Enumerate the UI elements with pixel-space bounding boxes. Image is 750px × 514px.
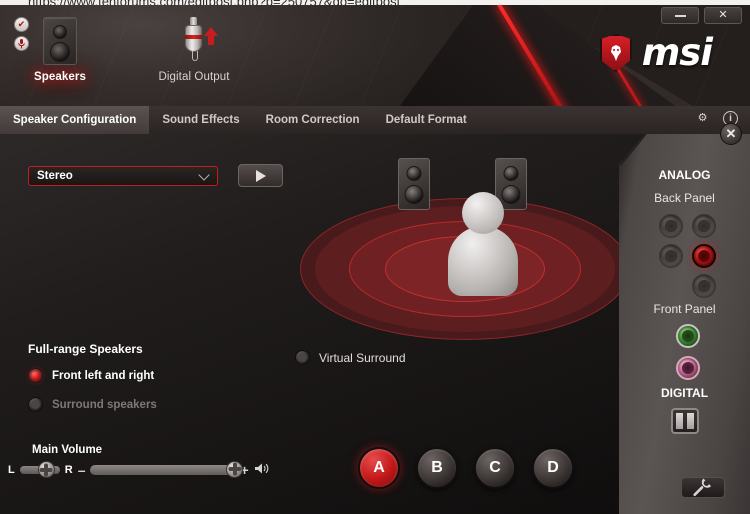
- tab-default-format[interactable]: Default Format: [373, 106, 480, 134]
- microphone-badge: [14, 36, 29, 51]
- device-speakers-label: Speakers: [34, 71, 86, 83]
- full-range-title: Full-range Speakers: [28, 342, 143, 356]
- tab-speaker-configuration[interactable]: Speaker Configuration: [0, 106, 150, 134]
- listener-head: [462, 192, 504, 234]
- device-digital-output[interactable]: Digital Output: [146, 17, 242, 83]
- volume-speaker-glyph: [254, 463, 268, 474]
- msi-dragon-glyph: [610, 45, 621, 61]
- window-controls: ✕: [661, 7, 742, 24]
- speaker-icon-tweeter: [53, 25, 67, 39]
- preset-button-d[interactable]: D: [532, 447, 574, 489]
- play-icon: [255, 169, 266, 182]
- speaker-configuration-value: Stereo: [37, 170, 73, 182]
- digital-plug-icon: [174, 17, 218, 65]
- speaker-configuration-dropdown[interactable]: Stereo: [28, 166, 218, 186]
- device-digital-output-label: Digital Output: [158, 71, 230, 83]
- front-right-tweeter: [503, 166, 519, 181]
- tab-list: Speaker Configuration Sound Effects Room…: [0, 106, 480, 134]
- device-advanced-settings-button[interactable]: [681, 477, 725, 498]
- plug-red-band: [185, 35, 202, 39]
- main-volume-title: Main Volume: [32, 444, 103, 456]
- speaker-icon: [43, 17, 77, 65]
- back-jack-1[interactable]: [659, 214, 683, 238]
- tab-bar: Speaker Configuration Sound Effects Room…: [0, 106, 750, 134]
- preset-button-c[interactable]: C: [474, 447, 516, 489]
- preset-button-a[interactable]: A: [358, 447, 400, 489]
- play-test-button[interactable]: [238, 164, 283, 187]
- gear-icon[interactable]: ⚙: [695, 111, 710, 126]
- back-jack-2[interactable]: [692, 214, 716, 238]
- device-speakers[interactable]: ✔ Speakers: [12, 17, 108, 83]
- wrench-icon: [690, 474, 717, 501]
- device-selector: ✔ Speakers Digital Output: [12, 17, 242, 83]
- volume-slider[interactable]: [90, 460, 244, 478]
- panel-close-icon[interactable]: ✕: [720, 123, 742, 145]
- check-badge: ✔: [14, 17, 29, 32]
- full-range-speakers-group: Full-range Speakers Front left and right…: [28, 342, 157, 426]
- front-left-woofer: [404, 185, 424, 204]
- back-jack-3[interactable]: [659, 244, 683, 268]
- msi-dragon-shield-icon: [599, 34, 632, 72]
- back-panel-title: Back Panel: [654, 191, 715, 205]
- balance-slider-knob[interactable]: [37, 461, 55, 478]
- digital-section-title: DIGITAL: [660, 386, 709, 400]
- option-surround-speakers[interactable]: Surround speakers: [28, 397, 157, 412]
- speaker-icon-woofer: [50, 42, 70, 62]
- volume-decrease-button[interactable]: –: [78, 463, 86, 477]
- front-jack-lineout[interactable]: [676, 324, 700, 348]
- balance-right-label: R: [64, 463, 73, 476]
- balance-left-label: L: [8, 463, 15, 476]
- option-surround-speakers-label: Surround speakers: [52, 398, 157, 411]
- balance-slider[interactable]: [19, 461, 60, 478]
- speaker-status-badges: ✔: [14, 17, 29, 55]
- front-jack-mic[interactable]: [676, 356, 700, 380]
- front-left-tweeter: [406, 166, 422, 181]
- tab-room-correction[interactable]: Room Correction: [253, 106, 373, 134]
- realtek-audio-console-window: ✕ ✔ Speakers Digital Output msi Speaker …: [0, 5, 750, 514]
- digital-spdif-jack[interactable]: [670, 408, 699, 434]
- volume-slider-knob[interactable]: [226, 460, 244, 478]
- listener-body: [448, 226, 518, 296]
- back-jack-5[interactable]: [692, 274, 716, 298]
- up-arrow-icon-tail: [208, 35, 214, 45]
- front-left-speaker[interactable]: [398, 158, 430, 210]
- microphone-badge-glyph: [18, 38, 25, 48]
- option-virtual-surround-label: Virtual Surround: [319, 350, 406, 365]
- preset-button-b[interactable]: B: [416, 447, 458, 489]
- chevron-down-icon: [198, 169, 210, 181]
- main-volume-controls: L R – +: [8, 460, 269, 478]
- option-virtual-surround[interactable]: Virtual Surround: [295, 350, 406, 365]
- volume-speaker-icon[interactable]: [254, 462, 269, 477]
- minimize-button[interactable]: [661, 7, 699, 24]
- analog-section-title: ANALOG: [658, 168, 711, 182]
- plug-wire: [192, 51, 198, 61]
- radio-virtual-surround[interactable]: [295, 350, 310, 365]
- option-front-left-and-right[interactable]: Front left and right: [28, 368, 157, 383]
- back-jack-4-active[interactable]: [692, 244, 716, 268]
- app-header: ✕ ✔ Speakers Digital Output msi: [0, 5, 750, 106]
- wrench-glyph: [693, 478, 712, 496]
- listener-figure: [446, 192, 518, 302]
- front-panel-title: Front Panel: [653, 302, 716, 316]
- tab-sound-effects[interactable]: Sound Effects: [149, 106, 252, 134]
- msi-wordmark: msi: [641, 31, 713, 75]
- msi-logo: msi: [599, 31, 713, 75]
- radio-surround-speakers[interactable]: [28, 397, 43, 412]
- digital-jack-row: [619, 408, 750, 434]
- close-button[interactable]: ✕: [704, 7, 742, 24]
- radio-front-left-and-right[interactable]: [28, 368, 43, 383]
- option-front-left-and-right-label: Front left and right: [52, 369, 155, 382]
- connector-side-panel: ANALOG Back Panel Front Panel DIGITAL: [619, 134, 750, 514]
